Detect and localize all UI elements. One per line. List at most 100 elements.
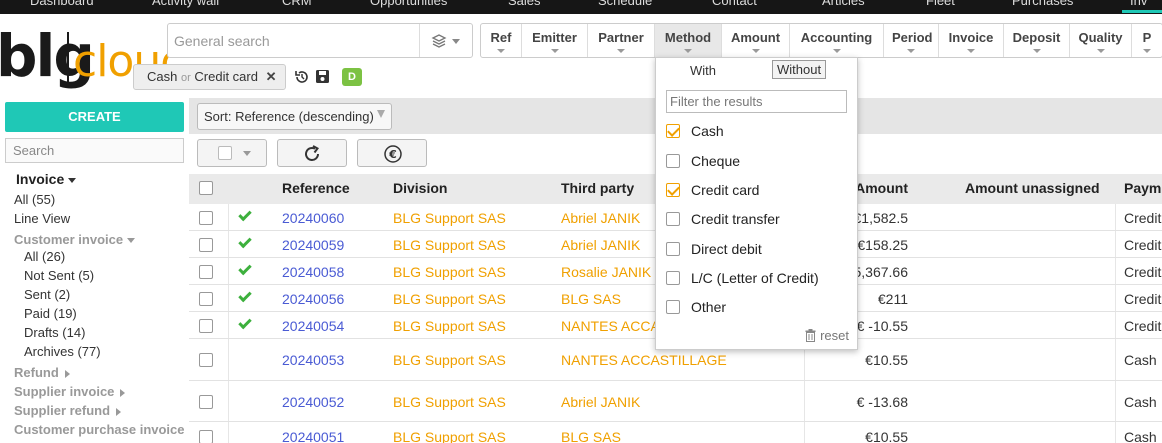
row-checkbox[interactable] [199, 238, 213, 252]
tab-without[interactable]: Without [772, 60, 827, 79]
third-party-link[interactable]: Abriel JANIK [561, 210, 640, 226]
checkbox-checked-icon[interactable] [666, 124, 680, 138]
invoice-reference-link[interactable]: 20240052 [282, 394, 344, 410]
division-link[interactable]: BLG Support SAS [393, 264, 506, 280]
sidebar-item-sent[interactable]: Sent (2) [24, 287, 70, 302]
third-party-link[interactable]: Abriel JANIK [561, 394, 640, 410]
filter-tab-partner[interactable]: Partner [588, 24, 655, 57]
division-link[interactable]: BLG Support SAS [393, 318, 506, 334]
checkbox-icon[interactable] [666, 154, 680, 168]
close-icon[interactable]: ✕ [266, 69, 277, 84]
tab-with[interactable]: With [690, 63, 716, 78]
row-checkbox[interactable] [199, 211, 213, 225]
option-l-c-letter-of-credit[interactable]: L/C (Letter of Credit) [666, 270, 846, 288]
nav-item-opportunities[interactable]: Opportunities [370, 0, 447, 8]
filter-badge[interactable]: D [342, 68, 362, 86]
filter-tab-deposit[interactable]: Deposit [1004, 24, 1070, 57]
division-link[interactable]: BLG Support SAS [393, 429, 506, 443]
third-party-link[interactable]: BLG SAS [561, 429, 621, 443]
third-party-link[interactable]: NANTES ACCASTILLAGE [561, 352, 727, 368]
filter-tab-emitter[interactable]: Emitter [522, 24, 588, 57]
column-header-third-party[interactable]: Third party [561, 180, 634, 196]
column-header-amount[interactable]: Amount [855, 180, 908, 196]
sidebar-item-all[interactable]: All (55) [14, 192, 55, 207]
nav-item-contact[interactable]: Contact [712, 0, 757, 8]
option-cheque[interactable]: Cheque [666, 153, 846, 171]
invoice-reference-link[interactable]: 20240051 [282, 429, 344, 443]
division-link[interactable]: BLG Support SAS [393, 291, 506, 307]
bulk-select-button[interactable] [197, 139, 267, 167]
nav-item-dashboard[interactable]: Dashboard [30, 0, 94, 8]
division-link[interactable]: BLG Support SAS [393, 210, 506, 226]
sidebar-group-refund[interactable]: Refund [14, 365, 70, 380]
create-button[interactable]: CREATE [5, 102, 184, 132]
filter-tab-method[interactable]: Method [655, 24, 722, 57]
nav-item-fleet[interactable]: Fleet [926, 0, 955, 8]
option-credit-card[interactable]: Credit card [666, 182, 846, 200]
nav-item-activity-wall[interactable]: Activity wall [152, 0, 219, 8]
sidebar-group-customer-purchase-invoice[interactable]: Customer purchase invoice [14, 422, 185, 437]
sidebar-item-line-view[interactable]: Line View [14, 211, 70, 226]
row-checkbox[interactable] [199, 353, 213, 367]
checkbox-icon[interactable] [666, 242, 680, 256]
option-cash[interactable]: Cash [666, 123, 846, 141]
row-checkbox[interactable] [199, 430, 213, 443]
option-other[interactable]: Other [666, 299, 846, 317]
filter-tab-invoice[interactable]: Invoice [939, 24, 1004, 57]
filter-tab-period[interactable]: Period [884, 24, 939, 57]
filter-tab-quality[interactable]: Quality [1070, 24, 1132, 57]
sidebar-item-all-customer[interactable]: All (26) [24, 249, 65, 264]
currency-button[interactable]: € [357, 139, 427, 167]
row-checkbox[interactable] [199, 395, 213, 409]
nav-item-purchases[interactable]: Purchases [1012, 0, 1073, 8]
sidebar-item-paid[interactable]: Paid (19) [24, 306, 77, 321]
history-icon[interactable] [294, 69, 310, 85]
column-header-reference[interactable]: Reference [282, 180, 350, 196]
checkbox-icon[interactable] [666, 212, 680, 226]
nav-item-sales[interactable]: Sales [508, 0, 541, 8]
invoice-reference-link[interactable]: 20240054 [282, 318, 344, 334]
division-link[interactable]: BLG Support SAS [393, 394, 506, 410]
nav-item-articles[interactable]: Articles [822, 0, 865, 8]
nav-item-invoices[interactable]: Inv [1130, 0, 1147, 8]
checkbox-icon[interactable] [666, 300, 680, 314]
row-checkbox[interactable] [199, 292, 213, 306]
filter-tab-amount[interactable]: Amount [722, 24, 790, 57]
third-party-link[interactable]: BLG SAS [561, 291, 621, 307]
checkbox-icon[interactable] [666, 271, 680, 285]
sidebar-item-drafts[interactable]: Drafts (14) [24, 325, 85, 340]
invoice-reference-link[interactable]: 20240058 [282, 264, 344, 280]
refresh-button[interactable] [277, 139, 347, 167]
checkbox-checked-icon[interactable] [666, 183, 680, 197]
reset-button[interactable]: reset [805, 328, 849, 343]
option-credit-transfer[interactable]: Credit transfer [666, 211, 846, 229]
layers-icon[interactable] [430, 33, 464, 49]
dropdown-filter-input[interactable] [666, 90, 847, 113]
sidebar-group-supplier-invoice[interactable]: Supplier invoice [14, 384, 126, 399]
row-checkbox[interactable] [199, 265, 213, 279]
nav-item-crm[interactable]: CRM [282, 0, 312, 8]
column-header-payment[interactable]: Paym [1124, 180, 1161, 196]
third-party-link[interactable]: Abriel JANIK [561, 237, 640, 253]
division-link[interactable]: BLG Support SAS [393, 237, 506, 253]
option-direct-debit[interactable]: Direct debit [666, 241, 846, 259]
invoice-reference-link[interactable]: 20240056 [282, 291, 344, 307]
nav-item-schedule[interactable]: Schedule [598, 0, 652, 8]
sidebar-group-supplier-refund[interactable]: Supplier refund [14, 403, 122, 418]
filter-tab-more[interactable]: P [1132, 24, 1162, 57]
sidebar-group-customer-invoice[interactable]: Customer invoice [14, 232, 136, 247]
division-link[interactable]: BLG Support SAS [393, 352, 506, 368]
invoice-reference-link[interactable]: 20240059 [282, 237, 344, 253]
sidebar-item-archives[interactable]: Archives (77) [24, 344, 101, 359]
filter-tab-accounting[interactable]: Accounting [790, 24, 884, 57]
column-header-amount-unassigned[interactable]: Amount unassigned [965, 180, 1100, 196]
invoice-reference-link[interactable]: 20240060 [282, 210, 344, 226]
select-all-checkbox[interactable] [199, 181, 213, 195]
sort-select[interactable]: Sort: Reference (descending) [197, 103, 392, 130]
save-icon[interactable] [315, 69, 330, 84]
column-header-division[interactable]: Division [393, 180, 447, 196]
row-checkbox[interactable] [199, 319, 213, 333]
sidebar-search-input[interactable] [5, 138, 184, 163]
general-search-input[interactable] [168, 24, 418, 57]
sidebar-section-invoice[interactable]: Invoice [16, 171, 77, 187]
